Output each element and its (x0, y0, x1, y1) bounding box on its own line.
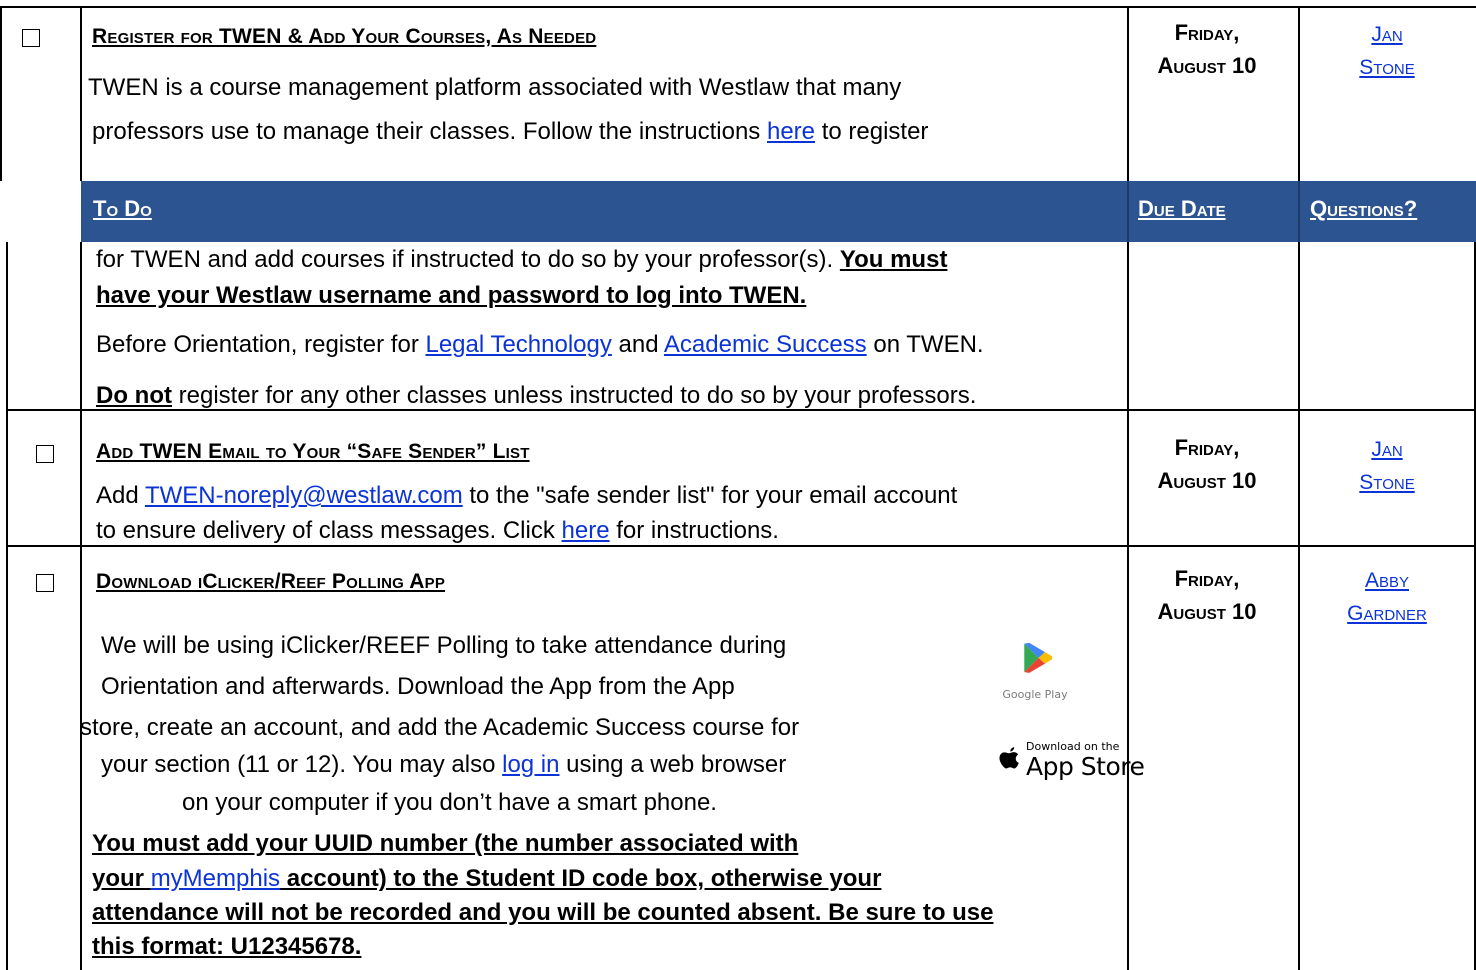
grid-line (1474, 242, 1476, 970)
safe-sender-title: Add TWEN Email to Your “Safe Sender” Lis… (96, 440, 530, 463)
legal-technology-link[interactable]: Legal Technology (425, 331, 611, 358)
safe-sender-due-date: Friday, August 10 (1157, 435, 1257, 493)
twen-para-line1: TWEN is a course management platform ass… (88, 74, 902, 101)
safe-sender-line2: to ensure delivery of class messages. Cl… (96, 517, 779, 544)
iclicker-contact-link[interactable]: Abby Gardner (1298, 566, 1476, 629)
iclicker-title: Download iClicker/Reef Polling App (96, 570, 446, 593)
iclicker-line2: Orientation and afterwards. Download the… (101, 673, 735, 700)
twen-para-line2: professors use to manage their classes. … (92, 118, 929, 145)
grid-line (1298, 242, 1300, 970)
header-due-date[interactable]: Due Date (1138, 196, 1226, 222)
grid-line (1298, 181, 1300, 242)
grid-line (6, 545, 1476, 547)
grid-line (1127, 6, 1129, 181)
checkbox-twen[interactable] (22, 29, 40, 47)
grid-line (80, 242, 82, 970)
mymemphis-link[interactable]: myMemphis (151, 865, 280, 892)
grid-line (80, 6, 82, 181)
header-todo[interactable]: To Do (93, 196, 152, 222)
checkbox-safe-sender[interactable] (36, 445, 54, 463)
grid-line (0, 6, 2, 181)
twen-do-not-register: Do not register for any other classes un… (96, 382, 977, 409)
safe-sender-contact-link[interactable]: Jan Stone (1298, 435, 1476, 498)
iclicker-line1: We will be using iClicker/REEF Polling t… (101, 632, 787, 659)
iclicker-login-link[interactable]: log in (502, 751, 559, 778)
grid-line (6, 242, 8, 970)
iclicker-bold-line3: attendance will not be recorded and you … (92, 899, 994, 926)
twen-register-courses: Before Orientation, register for Legal T… (96, 331, 984, 358)
iclicker-bold-line1: You must add your UUID number (the numbe… (92, 830, 799, 857)
safe-sender-instructions-link[interactable]: here (562, 517, 610, 544)
twen-contact-link[interactable]: Jan Stone (1298, 20, 1476, 83)
header-questions[interactable]: Questions? (1310, 196, 1417, 222)
apple-icon[interactable] (996, 745, 1022, 777)
grid-line (6, 409, 1476, 411)
iclicker-bold-line2: your myMemphis account) to the Student I… (92, 865, 882, 892)
grid-line (1127, 242, 1129, 970)
iclicker-line5: on your computer if you don’t have a sma… (182, 789, 717, 816)
iclicker-line4: your section (11 or 12). You may also lo… (101, 751, 787, 778)
twen-noreply-email-link[interactable]: TWEN-noreply@westlaw.com (145, 482, 463, 509)
google-play-label: Google Play (1002, 688, 1068, 701)
twen-para-line3: for TWEN and add courses if instructed t… (96, 246, 948, 273)
google-play-icon[interactable] (985, 640, 1085, 690)
iclicker-due-date: Friday, August 10 (1157, 566, 1257, 624)
iclicker-bold-line4: this format: U12345678. (92, 933, 362, 960)
academic-success-link[interactable]: Academic Success (664, 331, 867, 358)
orientation-checklist-page: Register for TWEN & Add Your Courses, As… (0, 0, 1476, 970)
table-header-bar (81, 181, 1476, 242)
grid-line (0, 6, 1476, 8)
grid-line (1298, 6, 1300, 181)
twen-due-date: Friday, August 10 (1157, 20, 1257, 78)
grid-line (1127, 181, 1129, 242)
iclicker-line3: store, create an account, and add the Ac… (80, 714, 800, 741)
twen-para-line4: have your Westlaw username and password … (96, 282, 807, 309)
checkbox-iclicker[interactable] (36, 574, 54, 592)
twen-title: Register for TWEN & Add Your Courses, As… (92, 25, 597, 48)
safe-sender-line1: Add TWEN-noreply@westlaw.com to the "saf… (96, 482, 958, 509)
twen-instructions-link[interactable]: here (767, 118, 815, 145)
